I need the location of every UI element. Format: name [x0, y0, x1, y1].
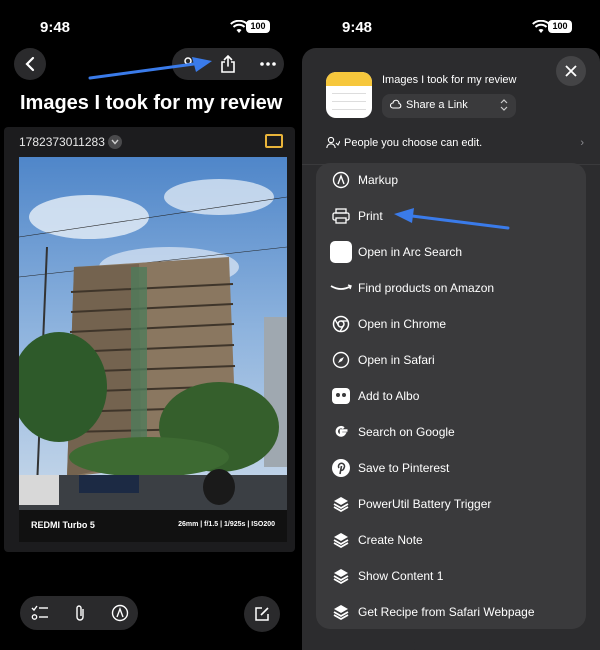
compose-icon	[255, 607, 269, 621]
image-view-icon[interactable]	[265, 134, 283, 148]
markup-icon[interactable]	[110, 603, 130, 623]
close-button[interactable]	[556, 56, 586, 86]
printer-icon	[330, 205, 352, 227]
note-toolbar	[172, 48, 284, 80]
share-sheet-title: Images I took for my review	[382, 74, 517, 86]
action-label: Open in Safari	[358, 353, 435, 367]
chevron-left-icon	[25, 56, 35, 72]
action-powerutil[interactable]: PowerUtil Battery Trigger	[316, 487, 586, 523]
action-pinterest[interactable]: Save to Pinterest	[316, 451, 586, 487]
share-mode-label: Share a Link	[406, 99, 468, 111]
arc-search-icon	[330, 241, 352, 263]
status-bar: 9:48 100	[302, 18, 600, 38]
battery-icon: 100	[548, 20, 572, 33]
image-attachment[interactable]: 1782373011283 REDMI Turbo 5 26mm | f/1.5…	[4, 127, 295, 552]
action-arc-search[interactable]: Open in Arc Search	[316, 235, 586, 271]
collaborate-icon[interactable]	[178, 54, 198, 74]
paperclip-icon[interactable]	[70, 603, 90, 623]
action-safari[interactable]: Open in Safari	[316, 343, 586, 379]
action-label: Find products on Amazon	[358, 281, 495, 295]
chrome-icon	[330, 313, 352, 335]
building-photo	[19, 157, 287, 510]
action-get-recipe[interactable]: Get Recipe from Safari Webpage	[316, 595, 586, 629]
status-time: 9:48	[342, 19, 373, 36]
close-icon	[565, 65, 577, 77]
shortcuts-icon	[330, 565, 352, 587]
action-label: Create Note	[358, 533, 423, 547]
share-sheet: Images I took for my review Share a Link…	[302, 48, 600, 650]
action-show-content[interactable]: Show Content 1	[316, 559, 586, 595]
albo-icon	[330, 385, 352, 407]
device-name: REDMI Turbo 5	[31, 520, 95, 530]
notes-screen: 9:48 100 Images I took for my review 178…	[0, 0, 298, 650]
status-bar: 9:48 100	[0, 18, 298, 38]
chevron-updown-icon	[500, 99, 508, 111]
cloud-icon	[390, 99, 402, 109]
checklist-icon[interactable]	[30, 603, 50, 623]
action-chrome[interactable]: Open in Chrome	[316, 307, 586, 343]
action-label: Markup	[358, 173, 399, 187]
compose-button[interactable]	[244, 596, 280, 632]
share-icon[interactable]	[218, 54, 238, 74]
action-label: Open in Arc Search	[358, 245, 463, 259]
battery-icon: 100	[246, 20, 270, 33]
action-label: Add to Albo	[358, 389, 420, 403]
chevron-right-icon: ›	[580, 137, 584, 149]
home-indicator	[412, 642, 492, 650]
action-label: Save to Pinterest	[358, 461, 450, 475]
action-create-note[interactable]: Create Note	[316, 523, 586, 559]
more-icon[interactable]	[258, 54, 278, 74]
chevron-down-icon[interactable]	[108, 135, 122, 149]
notes-app-icon	[326, 72, 372, 118]
action-amazon[interactable]: Find products on Amazon	[316, 271, 586, 307]
google-icon	[330, 421, 352, 443]
note-title[interactable]: Images I took for my review	[20, 92, 282, 115]
markup-icon	[330, 169, 352, 191]
amazon-icon	[330, 277, 352, 299]
action-label: Print	[358, 209, 383, 223]
action-label: Show Content 1	[358, 569, 444, 583]
pinterest-icon	[330, 457, 352, 479]
permission-row[interactable]: People you choose can edit. ›	[326, 134, 584, 152]
exif-info: 26mm | f/1.5 | 1/925s | ISO200	[178, 521, 275, 528]
action-label: Get Recipe from Safari Webpage	[358, 605, 535, 619]
people-icon	[326, 136, 340, 149]
action-google[interactable]: Search on Google	[316, 415, 586, 451]
safari-icon	[330, 349, 352, 371]
back-button[interactable]	[14, 48, 46, 80]
shortcuts-icon	[330, 529, 352, 551]
permission-label: People you choose can edit.	[344, 137, 483, 149]
image-filename: 1782373011283	[19, 135, 105, 149]
share-mode-select[interactable]: Share a Link	[382, 94, 516, 118]
share-screen: 9:48 100 Images I took for my review Sha…	[302, 0, 600, 650]
action-label: PowerUtil Battery Trigger	[358, 497, 492, 511]
shortcuts-icon	[330, 493, 352, 515]
action-markup[interactable]: Markup	[316, 163, 586, 199]
photo-watermark: REDMI Turbo 5 26mm | f/1.5 | 1/925s | IS…	[19, 510, 287, 542]
action-albo[interactable]: Add to Albo	[316, 379, 586, 415]
status-time: 9:48	[40, 19, 71, 36]
bottom-toolbar	[20, 596, 138, 630]
action-label: Search on Google	[358, 425, 455, 439]
action-list: Markup Print Open in Arc Search Find pro…	[316, 163, 586, 629]
action-label: Open in Chrome	[358, 317, 447, 331]
action-print[interactable]: Print	[316, 199, 586, 235]
shortcuts-icon	[330, 601, 352, 623]
